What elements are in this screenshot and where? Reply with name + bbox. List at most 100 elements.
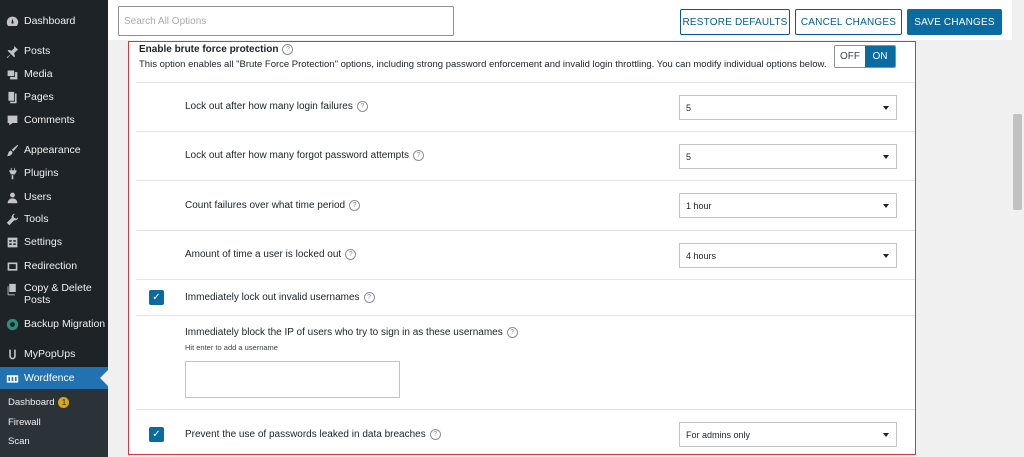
sidebar-item-users[interactable]: Users xyxy=(0,188,108,206)
save-changes-button[interactable]: SAVE CHANGES xyxy=(907,9,1002,35)
help-icon[interactable]: ? xyxy=(349,200,361,211)
submenu-item-label: Dashboard xyxy=(8,397,55,408)
caret-down-icon xyxy=(883,106,889,110)
select-value: 4 hours xyxy=(686,250,717,261)
sidebar-item-label: Plugins xyxy=(24,167,59,179)
help-icon[interactable]: ? xyxy=(363,292,375,303)
option-label: Amount of time a user is locked out xyxy=(185,249,342,260)
sidebar-item-backup-migration[interactable]: Backup Migration xyxy=(0,315,108,333)
sidebar-item-label: Posts xyxy=(24,45,51,57)
sidebar-item-posts[interactable]: Posts xyxy=(0,42,108,60)
search-options-input[interactable] xyxy=(118,6,454,36)
sidebar-item-media[interactable]: Media xyxy=(0,65,108,83)
forgot-password-select[interactable]: 5 xyxy=(679,144,897,169)
sidebar-item-tools[interactable]: Tools xyxy=(0,210,108,228)
admin-sidebar: Dashboard Posts Media Pages Comments App… xyxy=(0,0,108,457)
help-icon[interactable]: ? xyxy=(506,327,518,338)
select-value: 5 xyxy=(686,102,692,113)
cancel-changes-button[interactable]: CANCEL CHANGES xyxy=(795,9,902,35)
sidebar-item-label: Backup Migration xyxy=(24,318,106,330)
sidebar-item-label-wrap: Copy & Delete Posts xyxy=(24,282,92,306)
sidebar-item-copy-delete-posts[interactable]: Copy & Delete Posts xyxy=(0,282,108,310)
option-label-wrap: Count failures over what time period ? xyxy=(185,200,361,211)
invalid-usernames-checkbox[interactable]: ✓ xyxy=(149,290,164,305)
toggle-off-option[interactable]: OFF xyxy=(835,46,865,67)
option-row-invalid-usernames: ✓ Immediately lock out invalid usernames… xyxy=(136,279,915,316)
option-row-forgot-password: Lock out after how many forgot password … xyxy=(136,131,915,181)
panel-title: Enable brute force protection xyxy=(139,44,279,55)
sidebar-item-label: Pages xyxy=(24,91,54,103)
caret-down-icon xyxy=(883,204,889,208)
wrench-icon xyxy=(6,213,19,226)
option-label-wrap: Immediately block the IP of users who tr… xyxy=(185,327,518,338)
option-label: Count failures over what time period xyxy=(185,200,346,211)
notification-badge: 1 xyxy=(58,397,70,408)
sidebar-item-wordfence[interactable]: Wordfence xyxy=(0,367,108,389)
page-icon xyxy=(6,91,19,104)
caret-down-icon xyxy=(883,155,889,159)
brute-force-toggle[interactable]: OFF ON xyxy=(834,45,896,68)
option-row-block-usernames: Immediately block the IP of users who tr… xyxy=(136,315,915,410)
submenu-item-dashboard[interactable]: Dashboard 1 xyxy=(8,397,70,408)
wordfence-submenu: Dashboard 1 Firewall Scan xyxy=(0,389,108,457)
user-icon xyxy=(6,191,19,204)
help-icon[interactable]: ? xyxy=(413,150,424,161)
options-toolbar: RESTORE DEFAULTS CANCEL CHANGES SAVE CHA… xyxy=(108,0,1012,40)
page-scrollbar-track[interactable] xyxy=(1012,0,1024,457)
lockout-time-select[interactable]: 4 hours xyxy=(679,243,897,268)
sidebar-item-redirection[interactable]: Redirection xyxy=(0,257,108,275)
sidebar-item-appearance[interactable]: Appearance xyxy=(0,141,108,159)
sidebar-item-label: Users xyxy=(24,191,52,203)
dashboard-icon xyxy=(6,15,19,28)
brush-icon xyxy=(6,144,19,157)
panel-title-wrap: Enable brute force protection ? xyxy=(139,44,294,55)
sidebar-item-pages[interactable]: Pages xyxy=(0,88,108,106)
option-label-wrap: Prevent the use of passwords leaked in d… xyxy=(185,429,441,440)
sidebar-item-label: Wordfence xyxy=(24,372,75,384)
blocked-usernames-input[interactable] xyxy=(185,361,400,398)
sidebar-item-mypopups[interactable]: MyPopUps xyxy=(0,345,108,363)
login-failures-select[interactable]: 5 xyxy=(679,95,897,120)
backup-icon xyxy=(6,318,19,331)
option-label: Immediately block the IP of users who tr… xyxy=(185,327,503,338)
option-label: Lock out after how many forgot password … xyxy=(185,150,409,161)
sidebar-item-dashboard[interactable]: Dashboard xyxy=(0,12,108,30)
option-label-wrap: Lock out after how many forgot password … xyxy=(185,150,424,161)
submenu-item-label: Firewall xyxy=(8,417,41,428)
page-scrollbar-thumb[interactable] xyxy=(1013,114,1022,210)
help-icon[interactable]: ? xyxy=(282,44,294,55)
settings-icon xyxy=(6,236,19,249)
submenu-item-firewall[interactable]: Firewall xyxy=(8,417,41,428)
copy-icon xyxy=(6,283,19,296)
option-label: Prevent the use of passwords leaked in d… xyxy=(185,429,426,440)
sidebar-item-plugins[interactable]: Plugins xyxy=(0,164,108,182)
sidebar-item-label: Appearance xyxy=(24,144,81,156)
restore-defaults-button[interactable]: RESTORE DEFAULTS xyxy=(680,9,790,35)
sidebar-item-comments[interactable]: Comments xyxy=(0,111,108,129)
caret-down-icon xyxy=(883,433,889,437)
sidebar-item-label: MyPopUps xyxy=(24,348,76,360)
help-icon[interactable]: ? xyxy=(429,429,441,440)
sidebar-item-settings[interactable]: Settings xyxy=(0,233,108,251)
help-icon[interactable]: ? xyxy=(345,249,357,260)
option-label-wrap: Lock out after how many login failures ? xyxy=(185,101,368,112)
submenu-item-scan[interactable]: Scan xyxy=(8,436,30,447)
select-value: 5 xyxy=(686,151,692,162)
sidebar-item-label: Tools xyxy=(24,213,49,225)
help-icon[interactable]: ? xyxy=(356,101,368,112)
leaked-passwords-select[interactable]: For admins only xyxy=(679,422,897,447)
select-value: For admins only xyxy=(686,429,751,440)
toggle-on-option[interactable]: ON xyxy=(865,46,895,67)
brute-force-options-panel: Enable brute force protection ? This opt… xyxy=(128,41,916,455)
comment-icon xyxy=(6,114,19,127)
caret-down-icon xyxy=(883,254,889,258)
pin-icon xyxy=(6,45,19,58)
leaked-passwords-checkbox[interactable]: ✓ xyxy=(149,427,164,442)
active-indicator xyxy=(100,370,108,386)
sidebar-item-label: Settings xyxy=(24,236,62,248)
count-period-select[interactable]: 1 hour xyxy=(679,193,897,218)
option-label-wrap: Amount of time a user is locked out ? xyxy=(185,249,357,260)
submenu-item-label: Scan xyxy=(8,436,30,447)
option-label: Immediately lock out invalid usernames xyxy=(185,292,360,303)
sidebar-item-label: Media xyxy=(24,68,53,80)
